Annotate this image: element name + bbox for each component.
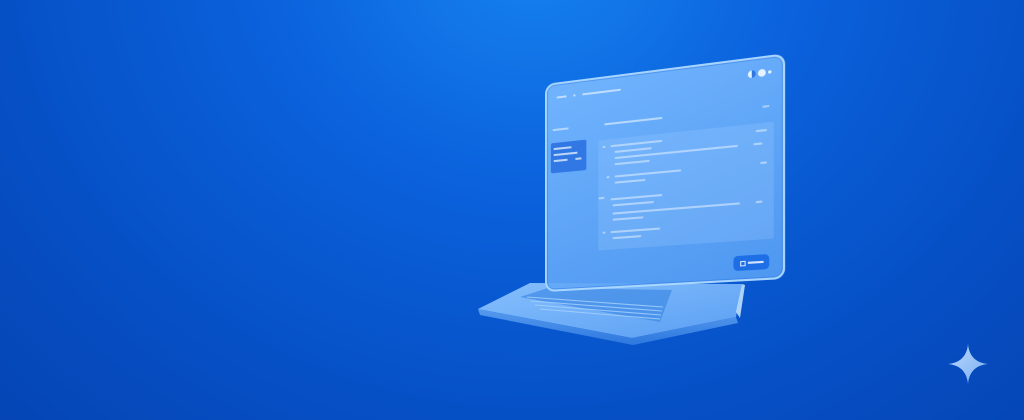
screen-main	[598, 94, 774, 287]
avatar	[747, 67, 772, 78]
hero-illustration	[0, 0, 1024, 420]
screen-sidebar	[547, 115, 592, 290]
run-button	[733, 253, 770, 272]
tree-panel	[598, 121, 774, 251]
laptop-base	[478, 283, 745, 345]
laptop-screen	[545, 53, 786, 293]
four-point-star-icon	[948, 344, 988, 384]
sidebar-active-item	[550, 139, 587, 174]
